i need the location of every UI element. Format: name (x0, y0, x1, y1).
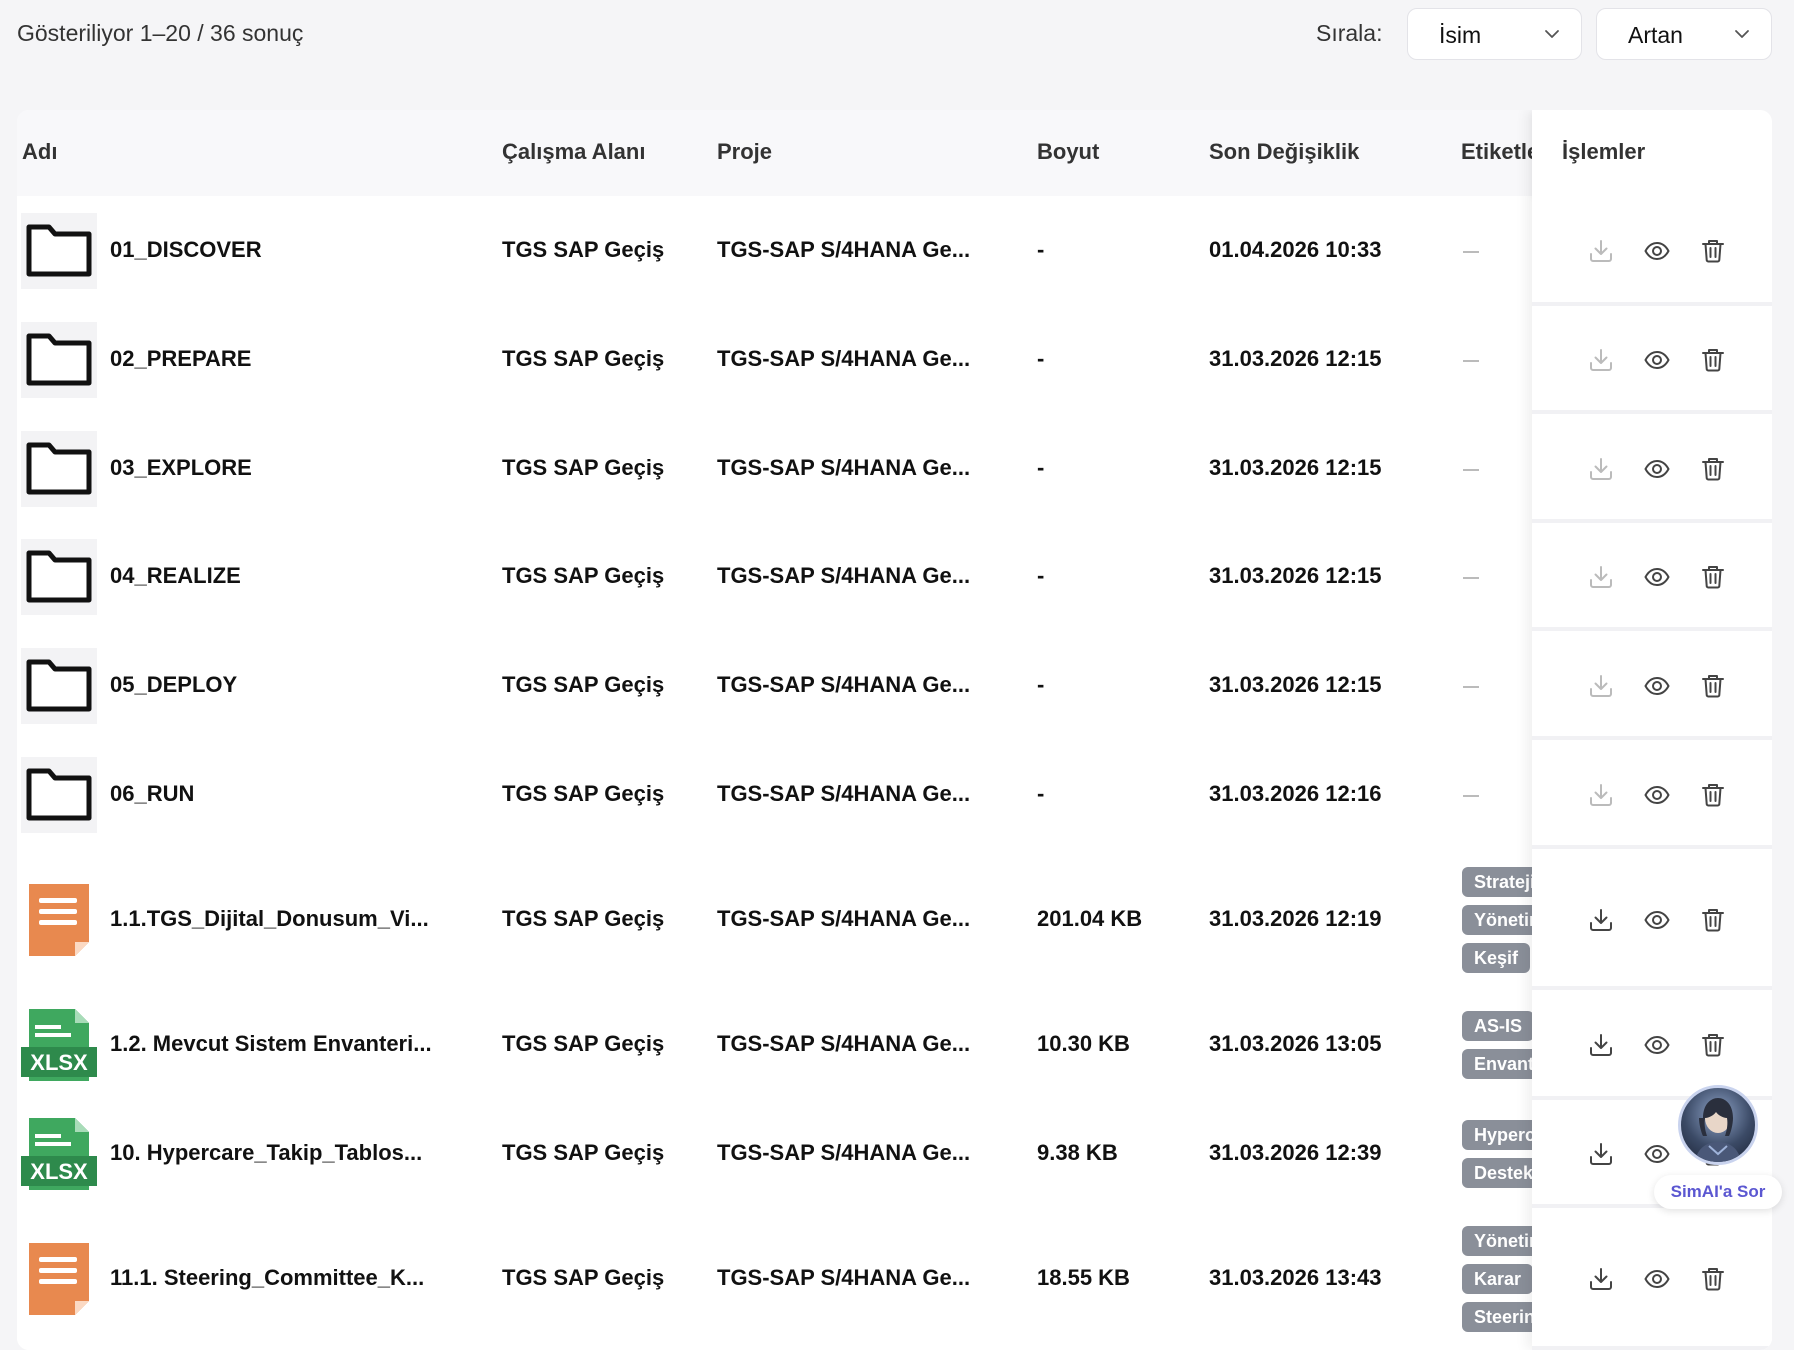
sort-order-select[interactable]: Artan (1596, 8, 1772, 60)
row-actions (1532, 1208, 1772, 1350)
empty-tags-dash (1463, 794, 1479, 797)
tag-badge: AS-IS (1462, 1011, 1532, 1041)
delete-icon[interactable] (1699, 563, 1727, 591)
table-header: Adı Çalışma Alanı Proje Boyut Son Değişi… (17, 110, 1772, 197)
tags-cell: Hypercare Destek (17, 1100, 1532, 1208)
sort-order-value: Artan (1628, 22, 1683, 48)
tag-badge: Hypercare (1462, 1120, 1532, 1150)
table-row[interactable]: 02_PREPARE TGS SAP Geçiş TGS-SAP S/4HANA G… (17, 306, 1772, 415)
row-actions (1532, 740, 1772, 849)
table-row[interactable]: 1.1.TGS_Dijital_Donusum_Vi... TGS SAP Geç… (17, 849, 1772, 991)
row-actions (1532, 306, 1772, 414)
list-toolbar: Gösteriliyor 1–20 / 36 sonuç Sırala: İsi… (0, 0, 1794, 72)
table-row[interactable]: XLSX 1.2. Mevcut Sistem Envanteri... TGS S… (17, 990, 1772, 1101)
download-icon[interactable] (1587, 906, 1615, 934)
download-icon[interactable] (1587, 1140, 1615, 1168)
tag-badge: Yönetim (1462, 904, 1532, 935)
column-header-tags[interactable]: Etiketler (1461, 139, 1532, 165)
row-actions (1532, 990, 1772, 1100)
row-actions (1532, 414, 1772, 523)
tag-badge: Steering (1462, 1302, 1532, 1332)
view-icon[interactable] (1643, 346, 1671, 374)
tag-badge: Keşif (1462, 942, 1531, 973)
view-icon[interactable] (1643, 237, 1671, 265)
chevron-down-icon (1545, 30, 1559, 38)
empty-tags-dash (1463, 360, 1479, 362)
download-icon (1587, 672, 1615, 700)
table-row[interactable]: 05_DEPLOY TGS SAP Geçiş TGS-SAP S/4HANA Ge… (17, 631, 1772, 741)
chevron-down-icon (1735, 30, 1749, 38)
view-icon[interactable] (1643, 1031, 1671, 1059)
tags-cell (17, 523, 1532, 631)
file-table: Adı Çalışma Alanı Proje Boyut Son Değişi… (17, 110, 1772, 1350)
tag-badge: Karar (1462, 1264, 1532, 1294)
tags-cell (17, 631, 1532, 740)
view-icon[interactable] (1643, 1265, 1671, 1293)
empty-tags-dash (1463, 577, 1479, 579)
result-count: Gösteriliyor 1–20 / 36 sonuç (17, 20, 304, 46)
column-header-actions: İşlemler (1562, 139, 1646, 164)
tags-header-clip: Etiketler (17, 110, 1532, 196)
simai-assistant-launcher[interactable]: SimAI'a Sor (1654, 1085, 1782, 1209)
empty-tags-dash (1463, 251, 1479, 253)
tags-cell (17, 414, 1532, 523)
robot-woman-icon (1695, 1098, 1741, 1162)
delete-icon[interactable] (1699, 237, 1727, 265)
table-row[interactable]: 03_EXPLORE TGS SAP Geçiş TGS-SAP S/4HANA G… (17, 414, 1772, 524)
tags-cell (17, 740, 1532, 849)
delete-icon[interactable] (1699, 1031, 1727, 1059)
delete-icon[interactable] (1699, 672, 1727, 700)
sort-field-value: İsim (1439, 22, 1482, 48)
row-actions (1532, 631, 1772, 740)
table-row[interactable]: 01_DISCOVER TGS SAP Geçiş TGS-SAP S/4HANA … (17, 196, 1772, 307)
delete-icon[interactable] (1699, 1265, 1727, 1293)
tag-badge: Envanter (1462, 1049, 1532, 1079)
sort-field-select[interactable]: İsim (1407, 8, 1582, 60)
delete-icon[interactable] (1699, 346, 1727, 374)
tags-cell (17, 196, 1532, 306)
view-icon[interactable] (1643, 906, 1671, 934)
download-icon (1587, 346, 1615, 374)
download-icon[interactable] (1587, 1031, 1615, 1059)
row-actions (1532, 523, 1772, 631)
sort-label: Sırala: (1316, 20, 1383, 46)
ask-assistant-label[interactable]: SimAI'a Sor (1654, 1175, 1782, 1209)
assistant-avatar[interactable] (1678, 1085, 1758, 1165)
empty-tags-dash (1463, 685, 1479, 688)
view-icon[interactable] (1643, 563, 1671, 591)
delete-icon[interactable] (1699, 781, 1727, 809)
download-icon (1587, 237, 1615, 265)
download-icon (1587, 563, 1615, 591)
tag-badge: Destek (1462, 1158, 1532, 1188)
download-icon[interactable] (1587, 1265, 1615, 1293)
row-actions (1532, 196, 1772, 306)
download-icon (1587, 781, 1615, 809)
tags-cell: Strateji Yönetim Keşif (17, 849, 1532, 990)
row-actions (1532, 849, 1772, 990)
actions-header: İşlemler (1532, 110, 1772, 197)
table-row[interactable]: 04_REALIZE TGS SAP Geçiş TGS-SAP S/4HANA G… (17, 523, 1772, 632)
tag-badge: Strateji (1462, 866, 1532, 897)
delete-icon[interactable] (1699, 906, 1727, 934)
view-icon[interactable] (1643, 781, 1671, 809)
table-row[interactable]: XLSX 10. Hypercare_Takip_Tablos... TGS SAP… (17, 1100, 1772, 1209)
download-icon (1587, 455, 1615, 483)
tags-cell: AS-IS Envanter (17, 990, 1532, 1100)
tag-badge: Yönetim (1462, 1226, 1532, 1256)
view-icon[interactable] (1643, 455, 1671, 483)
table-row[interactable]: 11.1. Steering_Committee_K... TGS SAP Geç… (17, 1208, 1772, 1350)
tags-cell (17, 306, 1532, 414)
empty-tags-dash (1463, 468, 1479, 471)
table-row[interactable]: 06_RUN TGS SAP Geçiş TGS-SAP S/4HANA Ge...… (17, 740, 1772, 850)
delete-icon[interactable] (1699, 455, 1727, 483)
tags-cell: Yönetim Karar Steering (17, 1208, 1532, 1350)
view-icon[interactable] (1643, 672, 1671, 700)
